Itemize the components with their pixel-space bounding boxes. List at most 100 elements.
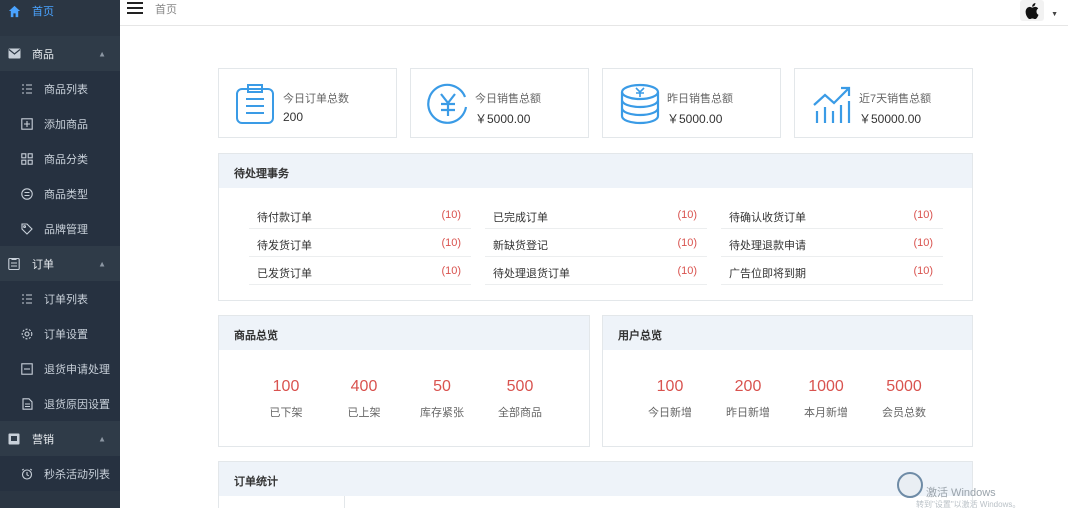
- sidebar-item-label: 添加商品: [44, 118, 88, 131]
- sidebar: 首页 商品 ▲ 商品列表 添加商品 商品分类 商品类型 品牌管理 订单 ▲ 订单…: [0, 0, 120, 508]
- todo-label: 待处理退款申请: [729, 240, 806, 252]
- todo-panel: 待处理事务 待付款订单 (10) 已完成订单 (10) 待确认收货订单 (10) 待发货订单…: [218, 153, 973, 301]
- todo-item[interactable]: 已完成订单 (10): [485, 201, 707, 229]
- overview-label: 全部商品: [498, 407, 542, 419]
- menu-toggle-icon[interactable]: [127, 1, 143, 15]
- panel-title: 待处理事务: [234, 168, 289, 180]
- chevron-up-icon: ▲: [98, 434, 106, 443]
- stat-card-yesterday-sales: 昨日销售总额 ￥5000.00: [602, 68, 781, 138]
- overview-label: 库存紧张: [420, 407, 464, 419]
- grid-icon: [21, 152, 33, 165]
- breadcrumb[interactable]: 首页: [155, 1, 177, 17]
- sidebar-group-marketing[interactable]: 营销 ▲: [0, 421, 120, 456]
- tag-icon: [21, 222, 33, 235]
- circle-list-icon: [21, 187, 33, 200]
- panel-header: 商品总览: [219, 316, 589, 350]
- todo-label: 已发货订单: [257, 268, 312, 280]
- overview-label: 今日新增: [648, 407, 692, 419]
- todo-label: 待付款订单: [257, 212, 312, 224]
- todo-item[interactable]: 待处理退货订单 (10): [485, 257, 707, 285]
- sidebar-item-return-reason[interactable]: 退货原因设置: [0, 386, 120, 421]
- sidebar-item-label: 商品类型: [44, 188, 88, 201]
- sidebar-item-product-type[interactable]: 商品类型: [0, 176, 120, 211]
- sidebar-item-label: 商品分类: [44, 153, 88, 166]
- overview-value: 100: [272, 378, 300, 395]
- overview-value: 5000: [886, 378, 922, 395]
- sidebar-item-order-settings[interactable]: 订单设置: [0, 316, 120, 351]
- sidebar-item-label: 订单: [32, 258, 54, 271]
- stat-label: 昨日销售总额: [667, 93, 733, 105]
- list-icon: [21, 293, 33, 305]
- panel-title: 用户总览: [618, 330, 662, 342]
- overview-value: 50: [433, 378, 451, 395]
- sidebar-item-label: 退货申请处理: [44, 363, 110, 376]
- todo-item[interactable]: 待付款订单 (10): [249, 201, 471, 229]
- sidebar-item-label: 订单设置: [44, 328, 88, 341]
- growth-chart-icon: [811, 83, 851, 125]
- todo-item[interactable]: 待发货订单 (10): [249, 229, 471, 257]
- sidebar-item-label: 营销: [32, 433, 54, 446]
- coins-icon: [619, 83, 660, 125]
- clipboard-icon: [7, 257, 21, 271]
- overview-value: 500: [506, 378, 534, 395]
- stat-value: 200: [283, 110, 304, 124]
- sidebar-group-order[interactable]: 订单 ▲: [0, 246, 120, 281]
- clipboard-icon: [235, 83, 275, 125]
- overview-value: 200: [734, 378, 762, 395]
- todo-item[interactable]: 广告位即将到期 (10): [721, 257, 943, 285]
- todo-count: (10): [913, 265, 933, 277]
- divider: [344, 496, 345, 508]
- sidebar-item-add-product[interactable]: 添加商品: [0, 106, 120, 141]
- sidebar-item-return-apply[interactable]: 退货申请处理: [0, 351, 120, 386]
- todo-count: (10): [913, 209, 933, 221]
- doc-icon: [21, 397, 33, 410]
- sidebar-item-home[interactable]: 首页: [0, 0, 120, 22]
- sidebar-item-order-list[interactable]: 订单列表: [0, 281, 120, 316]
- overview-label: 会员总数: [882, 407, 926, 419]
- sidebar-item-label: 退货原因设置: [44, 398, 110, 411]
- todo-item[interactable]: 待确认收货订单 (10): [721, 201, 943, 229]
- todo-label: 新缺货登记: [493, 240, 548, 252]
- stat-label: 近7天销售总额: [859, 93, 932, 105]
- user-overview-panel: 用户总览 100 今日新增 200 昨日新增 1000 本月新增 5000 会员总数: [602, 315, 973, 447]
- box-icon: [21, 362, 33, 375]
- product-overview-panel: 商品总览 100 已下架 400 已上架 50 库存紧张 500 全部商品: [218, 315, 590, 447]
- yen-icon: [427, 83, 468, 125]
- todo-item[interactable]: 新缺货登记 (10): [485, 229, 707, 257]
- sidebar-item-brand[interactable]: 品牌管理: [0, 211, 120, 246]
- todo-item[interactable]: 待处理退款申请 (10): [721, 229, 943, 257]
- stat-label: 今日订单总数: [283, 93, 349, 105]
- todo-count: (10): [677, 237, 697, 249]
- sidebar-item-label: 品牌管理: [44, 223, 88, 236]
- todo-label: 已完成订单: [493, 212, 548, 224]
- chevron-up-icon: ▲: [98, 259, 106, 268]
- todo-label: 广告位即将到期: [729, 268, 806, 280]
- sidebar-item-label: 商品列表: [44, 83, 88, 96]
- todo-label: 待处理退货订单: [493, 268, 570, 280]
- sidebar-item-label: 首页: [32, 6, 54, 18]
- todo-count: (10): [441, 265, 461, 277]
- overview-value: 100: [656, 378, 684, 395]
- todo-count: (10): [441, 209, 461, 221]
- todo-item[interactable]: 已发货订单 (10): [249, 257, 471, 285]
- overview-value: 400: [350, 378, 378, 395]
- todo-label: 待确认收货订单: [729, 212, 806, 224]
- panel-header: 待处理事务: [219, 154, 972, 188]
- chevron-down-icon[interactable]: ▼: [1051, 11, 1058, 18]
- apple-logo-icon: [1025, 2, 1039, 19]
- stat-card-7day-sales: 近7天销售总额 ￥50000.00: [794, 68, 973, 138]
- todo-label: 待发货订单: [257, 240, 312, 252]
- home-icon: [7, 4, 21, 18]
- sidebar-item-flash-sale[interactable]: 秒杀活动列表: [0, 456, 120, 491]
- stat-card-today-orders: 今日订单总数 200: [218, 68, 397, 138]
- avatar[interactable]: [1020, 0, 1044, 21]
- overview-value: 1000: [808, 378, 844, 395]
- sidebar-item-label: 商品: [32, 48, 54, 61]
- plus-square-icon: [21, 117, 33, 130]
- sidebar-item-product-list[interactable]: 商品列表: [0, 71, 120, 106]
- assistant-bubble-icon[interactable]: [897, 472, 923, 498]
- panel-title: 商品总览: [234, 330, 278, 342]
- sidebar-group-product[interactable]: 商品 ▲: [0, 36, 120, 71]
- chevron-up-icon: ▲: [98, 49, 106, 58]
- sidebar-item-product-category[interactable]: 商品分类: [0, 141, 120, 176]
